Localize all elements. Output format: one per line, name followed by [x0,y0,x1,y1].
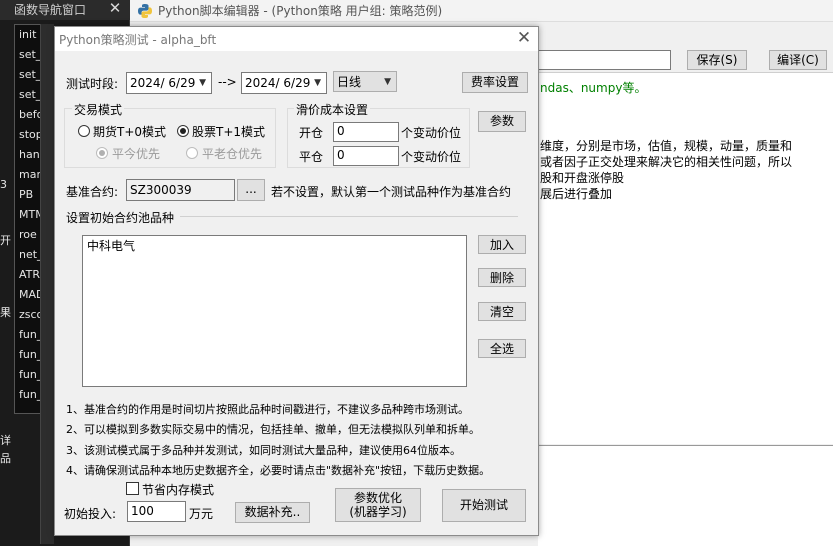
close-slippage-unit: 个变动价位 [401,150,462,164]
futures-mode-label[interactable]: 期货T+0模式 [93,123,166,140]
benchmark-label: 基准合约: [66,185,119,199]
trade-mode-legend: 交易模式 [72,101,125,118]
initial-investment-unit: 万元 [189,507,214,521]
editor-window-title: Python脚本编辑器 - (Python策略 用户组: 策略范例) [130,0,833,22]
add-button[interactable]: 加入 [478,235,526,254]
stock-mode-radio[interactable] [177,125,189,137]
optimize-button-line2: (机器学习) [349,505,407,519]
clear-button[interactable]: 清空 [478,302,526,321]
end-date-picker[interactable]: 2024/ 6/29 ▼ [241,72,327,94]
chevron-down-icon: ▼ [314,78,321,88]
pool-label: 设置初始合约池品种 [66,211,175,225]
chevron-down-icon: ▼ [199,78,206,88]
optimize-button[interactable]: 参数优化 (机器学习) [335,488,421,522]
compile-button[interactable]: 编译(C) [769,50,827,70]
side-fragment: 品 [0,452,11,465]
note-2: 2、可以模拟到多数实际交易中的情况，包括挂单、撤单，但无法模拟队列单和拆单。 [66,423,480,436]
period-select[interactable]: 日线 ▼ [333,71,397,92]
save-button[interactable]: 保存(S) [687,50,747,70]
fee-settings-button[interactable]: 费率设置 [462,72,528,93]
start-date-value: 2024/ 6/29 [130,76,196,90]
data-supplement-button[interactable]: 数据补充.. [235,502,310,523]
open-slippage-label: 开仓 [299,126,324,140]
pool-item[interactable]: 中科电气 [87,237,135,254]
open-slippage-unit: 个变动价位 [401,126,462,140]
pool-listbox[interactable]: 中科电气 [82,235,467,387]
editor-name-field[interactable] [538,50,671,70]
end-date-value: 2024/ 6/29 [245,76,311,90]
close-old-radio[interactable] [186,147,198,159]
start-test-button[interactable]: 开始测试 [442,489,526,522]
close-old-label: 平老仓优先 [202,147,263,161]
period-value: 日线 [337,75,362,89]
close-today-label: 平今优先 [112,147,161,161]
delete-button[interactable]: 删除 [478,268,526,287]
params-button[interactable]: 参数 [478,111,526,132]
chevron-down-icon: ▼ [384,77,391,87]
dialog-title: Python策略测试 - alpha_bft [55,27,538,51]
initial-investment-label: 初始投入: [64,507,117,521]
benchmark-hint: 若不设置，默认第一个测试品种作为基准合约 [271,185,512,199]
side-fragment: 果 [0,306,11,319]
code-line: 或者因子正交处理来解决它的相关性问题，所以 [540,155,793,169]
output-pane [538,445,833,546]
test-period-label: 测试时段: [66,77,119,91]
optimize-button-line1: 参数优化 [353,491,402,505]
nav-scrollbar[interactable] [40,24,54,544]
save-memory-label[interactable]: 节省内存模式 [142,481,214,498]
close-slippage-label: 平仓 [299,150,324,164]
close-slippage-input[interactable]: 0 [333,146,399,166]
date-range-arrow: --> [218,75,237,89]
code-line: 股和开盘涨停股 [540,171,625,185]
nav-close-icon[interactable]: ✕ [106,0,124,18]
close-today-radio[interactable] [96,147,108,159]
slippage-legend: 滑价成本设置 [294,101,371,118]
code-line: 展后进行叠加 [540,187,613,201]
note-4: 4、请确保测试品种本地历史数据齐全，必要时请点击"数据补充"按钮，下载历史数据。 [66,464,491,477]
side-fragment: 3 [0,178,7,191]
initial-investment-input[interactable]: 100 [127,501,186,522]
side-fragment: 开 [0,234,11,247]
select-all-button[interactable]: 全选 [478,339,526,358]
stock-mode-label[interactable]: 股票T+1模式 [192,123,265,140]
python-icon [138,4,152,18]
futures-mode-radio[interactable] [78,125,90,137]
code-line: 维度，分别是市场，估值，规模，动量，质量和 [540,139,793,153]
code-line: ndas、numpy等。 [540,81,647,95]
note-3: 3、该测试模式属于多品种并发测试，如同时测试大量品种，建议使用64位版本。 [66,444,461,457]
open-slippage-input[interactable]: 0 [333,122,399,142]
pool-divider [180,216,518,217]
note-1: 1、基准合约的作用是时间切片按照此品种时间戳进行，不建议多品种跨市场测试。 [66,403,469,416]
dialog-close-icon[interactable]: ✕ [514,29,534,49]
benchmark-input[interactable]: SZ300039 [126,179,235,201]
start-date-picker[interactable]: 2024/ 6/29 ▼ [126,72,212,94]
code-editor[interactable]: ndas、numpy等。 维度，分别是市场，估值，规模，动量，质量和 或者因子正… [538,72,833,444]
benchmark-browse-button[interactable]: ... [237,179,265,201]
side-fragment: 详 [0,434,11,447]
save-memory-checkbox[interactable] [126,482,139,495]
